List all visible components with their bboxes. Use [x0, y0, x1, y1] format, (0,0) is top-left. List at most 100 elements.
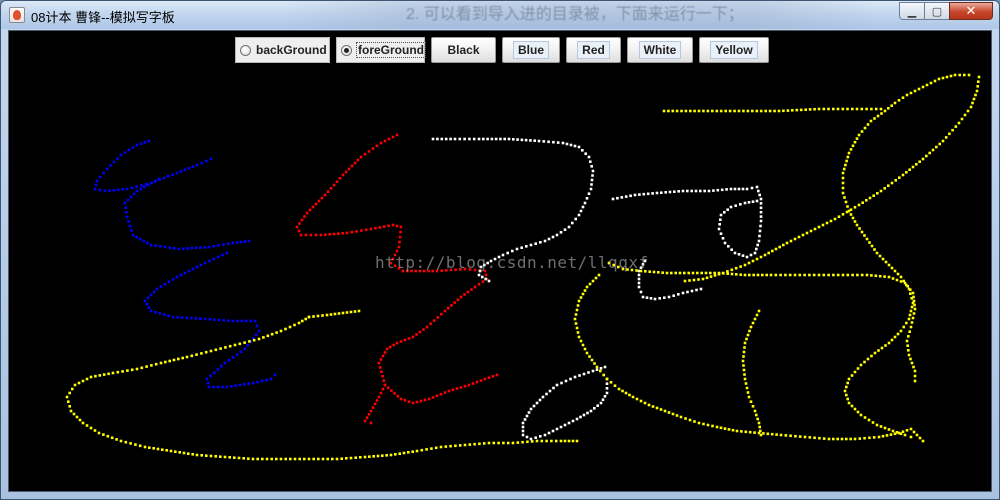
red-stroke-dot — [363, 419, 367, 423]
yellow-stroke-dot — [573, 317, 577, 321]
foreground-radio[interactable]: foreGround — [336, 37, 426, 63]
yellow-stroke-dot — [68, 391, 71, 395]
yellow-stroke-dot — [863, 360, 866, 364]
white-stroke-dot — [521, 429, 525, 433]
background-radio-circle[interactable] — [240, 44, 251, 56]
yellow-stroke-dot — [497, 441, 500, 445]
yellow-stroke-dot — [224, 346, 227, 349]
white-stroke-dot — [719, 218, 722, 221]
blue-stroke-dot — [112, 160, 116, 164]
yellow-stroke-dot — [692, 278, 696, 282]
yellow-stroke-dot — [913, 369, 917, 373]
java-app-icon[interactable] — [9, 7, 25, 23]
yellow-stroke-dot — [228, 344, 232, 348]
red-stroke-dot — [381, 354, 385, 358]
blue-stroke-dot — [194, 246, 198, 250]
yellow-stroke-dot — [743, 273, 747, 277]
yellow-stroke-dot — [705, 276, 709, 280]
drawing-panel[interactable]: backGround foreGround Black Blue Red Whi… — [8, 30, 992, 492]
red-stroke-dot — [399, 340, 403, 343]
yellow-stroke-dot — [894, 179, 897, 182]
foreground-radio-label[interactable]: foreGround — [356, 42, 426, 58]
yellow-stroke-dot — [535, 439, 539, 443]
yellow-stroke-dot — [769, 273, 773, 277]
yellow-stroke-dot — [847, 401, 851, 405]
yellow-stroke-dot — [801, 233, 805, 237]
maximize-button[interactable]: ▢ — [924, 2, 950, 20]
yellow-stroke-dot — [93, 429, 97, 432]
yellow-stroke-dot — [697, 421, 701, 425]
yellow-stroke-dot — [702, 109, 705, 113]
background-radio-label[interactable]: backGround — [256, 43, 327, 57]
yellow-stroke-dot — [77, 381, 81, 385]
white-stroke-dot — [729, 205, 733, 209]
yellow-stroke-dot — [719, 426, 723, 430]
foreground-radio-circle[interactable] — [341, 44, 352, 56]
yellow-stroke-dot — [855, 107, 859, 111]
yellow-stroke-dot — [746, 333, 750, 337]
white-button[interactable]: White — [627, 37, 693, 63]
yellow-stroke-dot — [85, 377, 89, 381]
close-button[interactable]: ✕ — [949, 2, 993, 20]
yellow-button[interactable]: Yellow — [699, 37, 769, 63]
yellow-stroke-dot — [865, 273, 869, 277]
red-stroke-dot — [350, 164, 354, 168]
yellow-stroke-dot — [567, 439, 571, 443]
red-stroke-dot — [319, 233, 323, 237]
white-stroke-dot — [565, 142, 569, 146]
yellow-stroke-dot — [896, 272, 900, 276]
white-stroke-dot — [717, 227, 721, 231]
yellow-stroke-dot — [745, 386, 749, 390]
black-button[interactable]: Black — [431, 37, 496, 63]
yellow-stroke-dot — [540, 439, 544, 443]
blue-button[interactable]: Blue — [502, 37, 560, 63]
yellow-stroke-dot — [928, 151, 931, 155]
yellow-stroke-dot — [753, 317, 757, 321]
yellow-stroke-dot — [851, 216, 855, 220]
yellow-stroke-dot — [709, 275, 713, 278]
yellow-stroke-dot — [345, 457, 348, 460]
yellow-stroke-dot — [895, 278, 899, 282]
blue-stroke-dot — [142, 239, 146, 243]
yellow-stroke-dot — [574, 322, 578, 325]
yellow-stroke-dot — [482, 442, 486, 445]
yellow-stroke-dot — [873, 248, 876, 251]
yellow-stroke-dot — [161, 448, 164, 451]
yellow-stroke-dot — [317, 457, 320, 461]
yellow-stroke-dot — [172, 358, 176, 362]
white-stroke-dot — [642, 192, 646, 196]
blue-stroke-dot — [108, 189, 111, 192]
red-stroke-dot — [386, 386, 390, 390]
title-bar[interactable]: 2. 可以看到导入进的目录被，下面来运行一下； 08计本 曹锋--模拟写字板 ▁… — [1, 1, 999, 29]
blue-stroke-dot — [222, 243, 225, 246]
blue-stroke-dot — [125, 215, 129, 219]
yellow-stroke-dot — [846, 155, 850, 159]
blue-stroke-dot — [209, 157, 213, 161]
white-stroke-dot — [695, 288, 698, 292]
yellow-stroke-dot — [779, 433, 783, 437]
yellow-stroke-dot — [577, 335, 581, 339]
yellow-stroke-dot — [817, 107, 821, 111]
red-button[interactable]: Red — [566, 37, 621, 63]
minimize-button[interactable]: ▁ — [899, 2, 925, 20]
blue-stroke-dot — [260, 379, 264, 383]
red-stroke-dot — [335, 180, 339, 183]
yellow-stroke-dot — [874, 107, 878, 111]
yellow-stroke-dot — [949, 74, 953, 78]
blue-stroke-dot — [138, 237, 142, 241]
white-stroke-dot — [633, 193, 637, 197]
red-stroke-dot — [383, 383, 387, 387]
white-stroke-dot — [591, 369, 595, 373]
yellow-stroke-dot — [129, 442, 132, 445]
yellow-stroke-dot — [841, 191, 845, 195]
red-stroke-dot — [389, 345, 392, 349]
blue-stroke-dot — [149, 243, 153, 247]
yellow-stroke-dot — [974, 93, 977, 97]
red-stroke-dot — [495, 373, 499, 377]
red-stroke-dot — [396, 394, 400, 398]
yellow-stroke-dot — [726, 270, 729, 273]
background-radio[interactable]: backGround — [235, 37, 330, 63]
yellow-stroke-dot — [389, 453, 393, 457]
yellow-stroke-dot — [293, 323, 296, 327]
yellow-stroke-dot — [829, 219, 833, 223]
